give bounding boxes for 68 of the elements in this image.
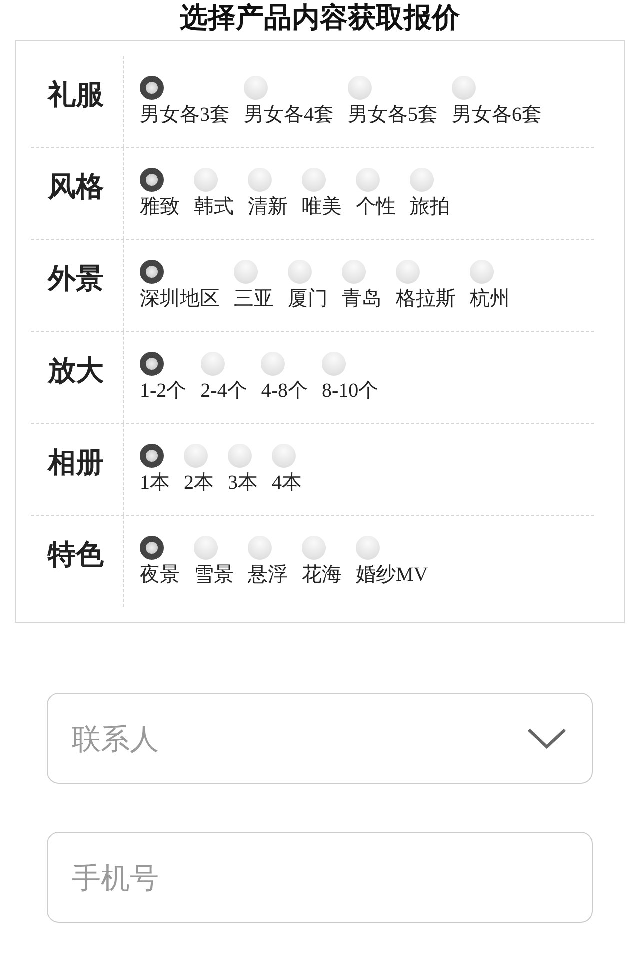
contact-select[interactable]: 联系人 bbox=[47, 693, 593, 784]
option-label[interactable]: 2本 bbox=[184, 469, 214, 496]
radio-button[interactable] bbox=[140, 536, 164, 560]
radio-button[interactable] bbox=[288, 260, 312, 284]
radio-button[interactable] bbox=[140, 168, 164, 192]
radio-button[interactable] bbox=[234, 260, 258, 284]
radio-button[interactable] bbox=[396, 260, 420, 284]
option-label[interactable]: 4-8个 bbox=[261, 377, 308, 404]
page-title: 选择产品内容获取报价 bbox=[179, 0, 461, 36]
option-label[interactable]: 男女各4套 bbox=[244, 101, 334, 128]
radio-button[interactable] bbox=[410, 168, 434, 192]
radio-button[interactable] bbox=[244, 76, 268, 100]
option-label[interactable]: 3本 bbox=[228, 469, 258, 496]
radio-button[interactable] bbox=[140, 444, 164, 468]
phone-input-field[interactable]: 手机号 bbox=[47, 832, 593, 923]
option-label[interactable]: 男女各5套 bbox=[348, 101, 438, 128]
radio-button[interactable] bbox=[228, 444, 252, 468]
radio-button[interactable] bbox=[348, 76, 372, 100]
option-label[interactable]: 男女各3套 bbox=[140, 101, 230, 128]
option-label[interactable]: 个性 bbox=[356, 193, 396, 220]
radio-button[interactable] bbox=[470, 260, 494, 284]
radio-button[interactable] bbox=[248, 536, 272, 560]
radio-button[interactable] bbox=[356, 536, 380, 560]
radio-button[interactable] bbox=[194, 536, 218, 560]
option-label[interactable]: 1-2个 bbox=[140, 377, 187, 404]
option-label[interactable]: 雅致 bbox=[140, 193, 180, 220]
option-label[interactable]: 三亚 bbox=[234, 285, 274, 312]
radio-button[interactable] bbox=[302, 168, 326, 192]
option-label[interactable]: 4本 bbox=[272, 469, 302, 496]
option-label[interactable]: 格拉斯 bbox=[396, 285, 456, 312]
option-label[interactable]: 青岛 bbox=[342, 285, 382, 312]
group-label: 相册 bbox=[48, 446, 104, 479]
radio-button[interactable] bbox=[194, 168, 218, 192]
option-label[interactable]: 杭州 bbox=[470, 285, 510, 312]
group-label: 放大 bbox=[48, 354, 104, 387]
option-label[interactable]: 唯美 bbox=[302, 193, 342, 220]
option-label[interactable]: 悬浮 bbox=[248, 561, 288, 588]
option-label[interactable]: 旅拍 bbox=[410, 193, 450, 220]
option-label[interactable]: 夜景 bbox=[140, 561, 180, 588]
option-label[interactable]: 韩式 bbox=[194, 193, 234, 220]
radio-button[interactable] bbox=[140, 76, 164, 100]
option-label[interactable]: 雪景 bbox=[194, 561, 234, 588]
option-label[interactable]: 深圳地区 bbox=[140, 285, 220, 312]
radio-button[interactable] bbox=[322, 352, 346, 376]
option-label[interactable]: 2-4个 bbox=[200, 377, 248, 404]
group-label: 特色 bbox=[48, 538, 104, 571]
radio-button[interactable] bbox=[248, 168, 272, 192]
group-label: 外景 bbox=[48, 262, 104, 295]
option-label[interactable]: 男女各6套 bbox=[452, 101, 542, 128]
radio-button[interactable] bbox=[452, 76, 476, 100]
radio-button[interactable] bbox=[261, 352, 286, 376]
option-label[interactable]: 8-10个 bbox=[322, 377, 379, 404]
chevron-down-icon bbox=[527, 728, 567, 750]
radio-button[interactable] bbox=[342, 260, 366, 284]
radio-button[interactable] bbox=[184, 444, 208, 468]
group-label: 礼服 bbox=[48, 78, 104, 111]
option-label[interactable]: 花海 bbox=[302, 561, 342, 588]
option-label[interactable]: 清新 bbox=[248, 193, 288, 220]
radio-button[interactable] bbox=[302, 536, 326, 560]
option-label[interactable]: 厦门 bbox=[288, 285, 328, 312]
option-label[interactable]: 1本 bbox=[140, 469, 170, 496]
radio-button[interactable] bbox=[140, 352, 164, 376]
group-label: 风格 bbox=[48, 170, 104, 203]
radio-button[interactable] bbox=[140, 260, 164, 284]
option-label[interactable]: 婚纱MV bbox=[356, 561, 428, 588]
radio-button[interactable] bbox=[272, 444, 296, 468]
radio-button[interactable] bbox=[356, 168, 380, 192]
radio-button[interactable] bbox=[200, 352, 225, 376]
